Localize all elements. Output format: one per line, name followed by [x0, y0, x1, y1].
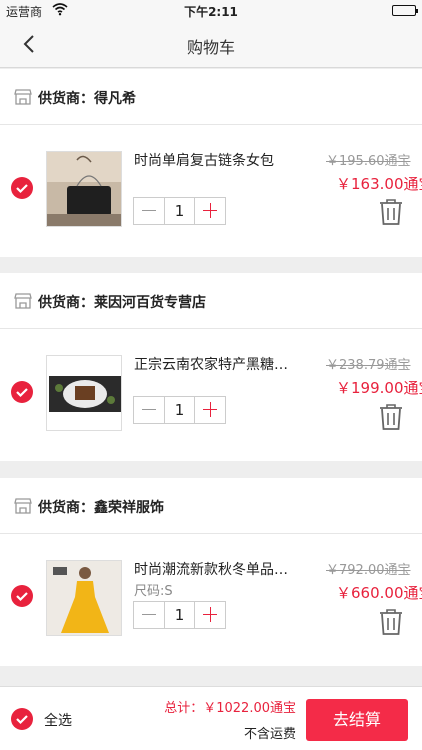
product-image[interactable] [46, 151, 122, 227]
supplier-header: 供货商：莱因河百货专营店 [0, 273, 422, 329]
supplier-name: 供货商：得凡希 [38, 91, 136, 107]
decrease-button[interactable] [134, 397, 164, 423]
supplier-section: 供货商：鑫荣祥服饰 时尚潮流新款秋冬单品… 尺码:S 1 ￥792.00通宝 ￥… [0, 478, 422, 666]
decrease-button[interactable] [134, 602, 164, 628]
supplier-section: 供货商：得凡希 时尚单肩复古链条女包 1 ￥195.60通宝 ￥163.00通宝 [0, 69, 422, 257]
product-image[interactable] [46, 560, 122, 636]
checkout-bar: 全选 总计：￥1022.00通宝 不含运费 去结算 [0, 686, 422, 750]
clock: 下午2:11 [184, 5, 238, 19]
shipping-note: 不含运费 [243, 727, 296, 742]
trash-icon[interactable] [379, 403, 403, 435]
sale-price: ￥163.00通宝 [336, 175, 422, 193]
checkmark-icon [16, 184, 28, 194]
total-price: 总计：￥1022.00通宝 [164, 701, 296, 716]
item-checkbox[interactable] [11, 585, 33, 607]
store-icon [14, 293, 32, 313]
quantity-stepper: 1 [133, 396, 226, 424]
original-price: ￥238.79通宝 [326, 358, 411, 373]
increase-button[interactable] [195, 198, 225, 224]
quantity-stepper: 1 [133, 197, 226, 225]
checkmark-icon [16, 388, 28, 398]
store-icon [14, 89, 32, 109]
increase-button[interactable] [195, 397, 225, 423]
select-all-checkbox[interactable] [11, 708, 33, 730]
product-title[interactable]: 正宗云南农家特产黑糖… [134, 354, 294, 374]
supplier-section: 供货商：莱因河百货专营店 正宗云南农家特产黑糖… 1 ￥238.79通宝 ￥19… [0, 273, 422, 461]
sale-price: ￥199.00通宝 [336, 379, 422, 397]
product-spec: 尺码:S [134, 584, 173, 599]
checkout-button[interactable]: 去结算 [306, 699, 408, 741]
decrease-button[interactable] [134, 198, 164, 224]
sale-price: ￥660.00通宝 [336, 584, 422, 602]
checkmark-icon [16, 715, 28, 725]
supplier-name: 供货商：鑫荣祥服饰 [38, 500, 164, 516]
quantity-value[interactable]: 1 [164, 397, 195, 423]
product-title[interactable]: 时尚潮流新款秋冬单品… [134, 559, 294, 579]
item-checkbox[interactable] [11, 381, 33, 403]
trash-icon[interactable] [379, 198, 403, 230]
supplier-header: 供货商：得凡希 [0, 69, 422, 125]
page-title: 购物车 [186, 38, 235, 57]
product-image[interactable] [46, 355, 122, 431]
checkmark-icon [16, 592, 28, 602]
nav-bar: 购物车 [0, 20, 422, 68]
original-price: ￥792.00通宝 [326, 563, 411, 578]
item-checkbox[interactable] [11, 177, 33, 199]
trash-icon[interactable] [379, 608, 403, 640]
quantity-stepper: 1 [133, 601, 226, 629]
store-icon [14, 498, 32, 518]
increase-button[interactable] [195, 602, 225, 628]
quantity-value[interactable]: 1 [164, 602, 195, 628]
select-all-label[interactable]: 全选 [44, 710, 72, 730]
quantity-value[interactable]: 1 [164, 198, 195, 224]
battery-icon [392, 5, 418, 16]
product-title[interactable]: 时尚单肩复古链条女包 [134, 150, 294, 170]
status-bar: 运营商 下午2:11 [0, 0, 422, 20]
supplier-name: 供货商：莱因河百货专营店 [38, 295, 206, 311]
original-price: ￥195.60通宝 [326, 154, 411, 169]
supplier-header: 供货商：鑫荣祥服饰 [0, 478, 422, 534]
